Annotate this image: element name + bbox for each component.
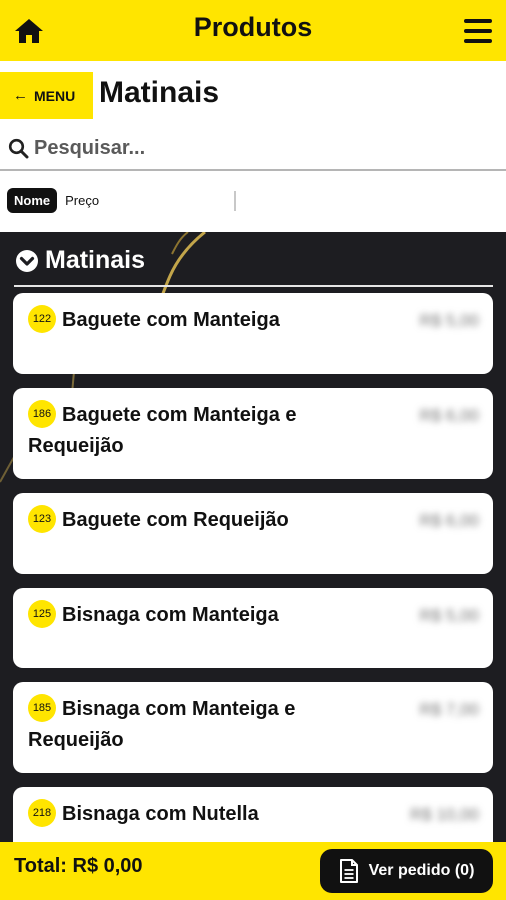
product-card[interactable]: 185 Bisnaga com Manteiga e Requeijão R$ 7… [13, 682, 493, 773]
product-code-badge: 186 [28, 399, 56, 428]
product-name: Bisnaga com Nutella [62, 803, 259, 825]
product-card[interactable]: 123 Baguete com Requeijão R$ 6,00 [13, 493, 493, 574]
document-icon [339, 859, 358, 883]
chevron-down-icon [16, 249, 38, 272]
product-title: 125 Bisnaga com Manteiga [28, 599, 388, 631]
bottom-bar: Total: R$ 0,00 Ver pedido (0) [0, 842, 506, 900]
search-bar [0, 128, 506, 171]
search-icon [8, 138, 29, 159]
product-price: R$ 10,00 [410, 805, 479, 824]
product-list-panel: Matinais 122 Baguete com Manteiga R$ 5,00… [0, 232, 506, 842]
sort-by-name-button[interactable]: Nome [7, 187, 58, 213]
product-card[interactable]: 186 Baguete com Manteiga e Requeijão R$ 6… [13, 388, 493, 479]
product-price: R$ 6,00 [419, 511, 479, 530]
product-code-badge: 218 [28, 798, 56, 827]
product-name: Baguete com Requeijão [62, 509, 289, 531]
product-code-badge: 185 [28, 693, 56, 722]
section-title: Matinais [45, 246, 146, 274]
arrow-left-icon: ← [13, 87, 28, 104]
product-name: Baguete com Manteiga e Requeijão [28, 404, 297, 457]
sort-by-price-button[interactable]: Preço [65, 193, 99, 208]
product-code-badge: 125 [28, 599, 56, 628]
view-order-button[interactable]: Ver pedido (0) [320, 849, 493, 893]
product-price: R$ 7,00 [419, 700, 479, 719]
product-code-badge: 123 [28, 504, 56, 533]
product-card[interactable]: 218 Bisnaga com Nutella R$ 10,00 [13, 787, 493, 842]
back-to-menu-button[interactable]: ← MENU [0, 72, 93, 119]
sort-options: Nome Preço [7, 186, 99, 214]
product-price: R$ 5,00 [419, 606, 479, 625]
product-price: R$ 5,00 [419, 311, 479, 330]
section-divider [14, 285, 493, 287]
hamburger-menu-icon[interactable] [464, 19, 492, 43]
product-title: 123 Baguete com Requeijão [28, 504, 388, 536]
page-title: Produtos [193, 12, 313, 42]
product-name: Bisnaga com Manteiga e Requeijão [28, 698, 296, 751]
product-title: 218 Bisnaga com Nutella [28, 798, 388, 830]
product-code-badge: 122 [28, 304, 56, 333]
view-order-label: Ver pedido (0) [368, 862, 475, 879]
product-card[interactable]: 122 Baguete com Manteiga R$ 5,00 [13, 293, 493, 374]
product-title: 122 Baguete com Manteiga [28, 304, 388, 336]
product-card[interactable]: 125 Bisnaga com Manteiga R$ 5,00 [13, 588, 493, 668]
order-total: Total: R$ 0,00 [14, 855, 143, 877]
product-title: 186 Baguete com Manteiga e Requeijão [28, 399, 388, 462]
category-title: Matinais [99, 76, 220, 109]
back-label: MENU [34, 87, 76, 104]
product-name: Baguete com Manteiga [62, 309, 280, 331]
product-title: 185 Bisnaga com Manteiga e Requeijão [28, 693, 388, 756]
section-header[interactable]: Matinais [15, 246, 145, 275]
divider [234, 191, 236, 211]
search-input[interactable] [34, 137, 474, 160]
product-name: Bisnaga com Manteiga [62, 604, 279, 626]
top-bar: Produtos [0, 0, 506, 61]
product-price: R$ 6,00 [419, 406, 479, 425]
